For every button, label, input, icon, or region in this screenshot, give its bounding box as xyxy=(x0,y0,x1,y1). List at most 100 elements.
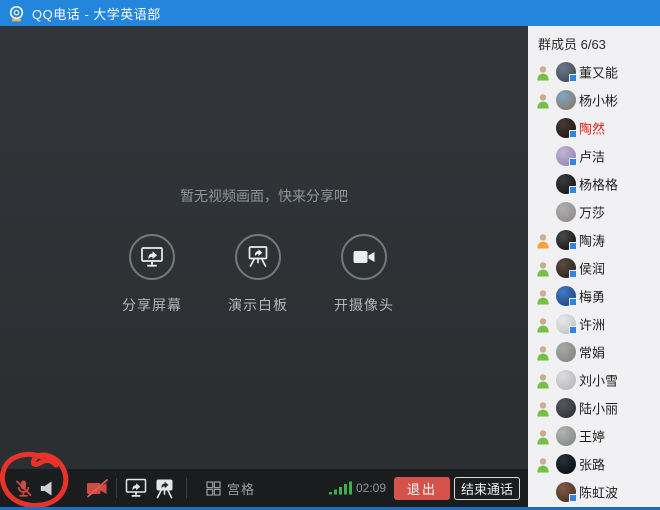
whiteboard-label: 演示白板 xyxy=(228,297,288,313)
grid-icon xyxy=(206,480,221,496)
camera-muted-button[interactable] xyxy=(85,469,110,507)
member-status-icon xyxy=(537,374,549,389)
member-row[interactable]: 董又能 xyxy=(528,58,660,86)
action-buttons: 分享屏幕 演示白板 开摄像头 xyxy=(99,234,417,315)
member-avatar xyxy=(556,90,576,110)
member-row[interactable]: 许洲 xyxy=(528,310,660,338)
member-avatar xyxy=(556,398,576,418)
whiteboard-icon xyxy=(248,246,268,267)
member-video-badge xyxy=(569,494,577,502)
member-name: 梅勇 xyxy=(579,289,606,305)
member-status-icon xyxy=(537,402,549,417)
share-screen-ring xyxy=(129,234,175,280)
exit-button-wrap: 退出 xyxy=(394,469,450,507)
end-call-button[interactable]: 结束通话 xyxy=(454,476,520,500)
member-row[interactable]: 陶涛 xyxy=(528,226,660,254)
window-title: QQ电话 - 大学英语部 xyxy=(32,6,161,22)
toolbar-divider xyxy=(186,478,187,498)
open-camera-ring xyxy=(341,234,387,280)
screen-share-icon xyxy=(141,247,163,267)
member-name: 刘小雪 xyxy=(579,373,619,389)
signal-strength-indicator xyxy=(329,469,352,507)
member-name: 董又能 xyxy=(579,65,619,81)
qq-call-window: QQ电话 - 大学英语部 暂无视频画面，快来分享吧 分享屏幕 演示白板 开摄像头… xyxy=(0,0,660,510)
member-row[interactable]: 陈虹波 xyxy=(528,478,660,506)
member-row[interactable]: 常娟 xyxy=(528,338,660,366)
member-video-badge xyxy=(569,298,577,306)
member-row[interactable]: 张路 xyxy=(528,450,660,478)
member-video-badge xyxy=(569,74,577,82)
webcam-icon xyxy=(9,5,24,21)
call-toolbar: 宫格 02:09 退出 结束通话 xyxy=(0,469,528,507)
member-video-badge xyxy=(569,326,577,334)
member-status-icon xyxy=(537,262,549,277)
member-status-icon xyxy=(537,290,549,305)
member-video-badge xyxy=(569,158,577,166)
camera-muted-icon xyxy=(87,479,108,498)
member-video-badge xyxy=(569,242,577,250)
member-status-icon xyxy=(537,66,549,81)
toolbar-share-screen-button[interactable] xyxy=(125,469,147,507)
grid-layout-button[interactable]: 宫格 xyxy=(206,469,255,507)
member-count-header: 群成员 6/63 xyxy=(538,37,606,52)
member-name: 张路 xyxy=(579,457,606,473)
grid-layout-label: 宫格 xyxy=(227,481,256,497)
member-row[interactable]: 杨格格 xyxy=(528,170,660,198)
member-name: 杨格格 xyxy=(579,177,619,193)
member-status-icon xyxy=(537,318,549,333)
microphone-muted-button[interactable] xyxy=(13,469,34,507)
video-area: 暂无视频画面，快来分享吧 分享屏幕 演示白板 开摄像头 宫格 02:09 退出 … xyxy=(0,26,528,507)
member-name: 陈虹波 xyxy=(579,485,619,501)
member-avatar xyxy=(556,454,576,474)
member-status-icon xyxy=(537,234,549,249)
exit-button[interactable]: 退出 xyxy=(394,476,450,500)
member-row[interactable]: 陶然 xyxy=(528,114,660,142)
member-status-icon xyxy=(537,458,549,473)
member-row[interactable]: 王婷 xyxy=(528,422,660,450)
camera-icon xyxy=(353,251,375,263)
titlebar: QQ电话 - 大学英语部 xyxy=(0,0,660,26)
member-row[interactable]: 刘小雪 xyxy=(528,366,660,394)
share-screen-label: 分享屏幕 xyxy=(122,297,182,313)
member-name: 卢洁 xyxy=(579,149,606,165)
member-avatar xyxy=(556,370,576,390)
member-status-icon xyxy=(537,346,549,361)
whiteboard-ring xyxy=(235,234,281,280)
member-sidebar: 群成员 6/63 董又能 杨小彬 陶然 卢洁 杨格格 万莎 陶涛 侯润 梅勇 许… xyxy=(528,26,660,507)
member-row[interactable]: 卢洁 xyxy=(528,142,660,170)
screen-share-icon xyxy=(125,478,147,497)
toolbar-divider xyxy=(116,478,117,498)
member-row[interactable]: 梅勇 xyxy=(528,282,660,310)
empty-state-message: 暂无视频画面，快来分享吧 xyxy=(180,188,348,204)
speaker-icon xyxy=(40,481,52,495)
whiteboard-icon xyxy=(156,479,173,498)
member-name: 陶然 xyxy=(579,121,606,137)
member-name: 万莎 xyxy=(579,205,606,221)
member-name: 陆小丽 xyxy=(579,401,619,417)
member-video-badge xyxy=(569,130,577,138)
member-row[interactable]: 杨小彬 xyxy=(528,86,660,114)
member-video-badge xyxy=(569,186,577,194)
member-row[interactable]: 侯润 xyxy=(528,254,660,282)
member-list: 董又能 杨小彬 陶然 卢洁 杨格格 万莎 陶涛 侯润 梅勇 许洲 常娟 刘小雪 … xyxy=(528,58,660,506)
whiteboard-button[interactable]: 演示白板 xyxy=(205,234,311,315)
member-avatar xyxy=(556,342,576,362)
member-avatar xyxy=(556,426,576,446)
toolbar-whiteboard-button[interactable] xyxy=(153,469,176,507)
member-video-badge xyxy=(569,270,577,278)
member-name: 王婷 xyxy=(579,429,606,445)
share-screen-button[interactable]: 分享屏幕 xyxy=(99,234,205,315)
microphone-muted-icon xyxy=(16,480,32,497)
open-camera-label: 开摄像头 xyxy=(334,297,394,313)
member-status-icon xyxy=(537,430,549,445)
speaker-button[interactable] xyxy=(38,469,55,507)
member-status-icon xyxy=(537,94,549,109)
member-row[interactable]: 陆小丽 xyxy=(528,394,660,422)
call-timer: 02:09 xyxy=(355,481,386,495)
member-name: 陶涛 xyxy=(579,233,606,249)
member-row[interactable]: 万莎 xyxy=(528,198,660,226)
member-name: 常娟 xyxy=(579,345,606,361)
open-camera-button[interactable]: 开摄像头 xyxy=(311,234,417,315)
end-call-button-wrap: 结束通话 xyxy=(454,469,520,507)
member-name: 许洲 xyxy=(579,317,606,333)
